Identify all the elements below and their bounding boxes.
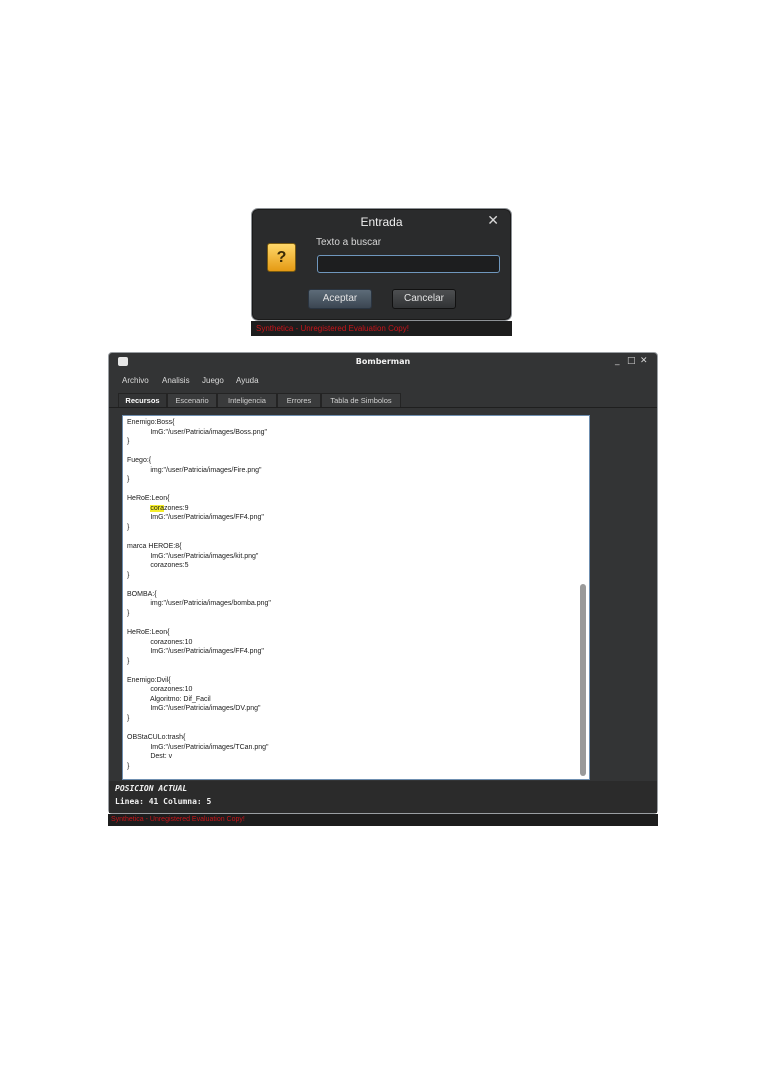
- menu-ayuda[interactable]: Ayuda: [236, 376, 259, 385]
- code-line: img:"/user/Patricia/images/Fire.png": [127, 466, 262, 474]
- code-line: BOMBA:{: [127, 590, 157, 598]
- title-bar: Bomberman _ □ ✕: [109, 353, 657, 372]
- code-line: }: [127, 609, 130, 617]
- code-line: Fuego:{: [127, 457, 152, 465]
- maximize-icon[interactable]: □: [627, 356, 636, 366]
- watermark: Synthetica - Unregistered Evaluation Cop…: [251, 321, 512, 336]
- code-line: Algoritmo: Dif_Facil: [127, 695, 211, 703]
- code-line: Enemigo:Boss{: [127, 419, 175, 426]
- tab-bar: Recursos Escenario Inteligencia Errores …: [109, 390, 657, 408]
- tab-errores[interactable]: Errores: [277, 393, 321, 407]
- code-line: corazones:5: [127, 562, 189, 570]
- accept-button[interactable]: Aceptar: [308, 289, 372, 309]
- minimize-icon[interactable]: _: [615, 356, 620, 366]
- code-line: }: [127, 657, 130, 665]
- code-line: corazones:10: [127, 638, 193, 646]
- menu-bar: Archivo Analisis Juego Ayuda: [109, 372, 657, 390]
- close-icon[interactable]: ✕: [487, 213, 499, 229]
- search-highlight: cora: [150, 504, 164, 512]
- code-line: }: [127, 762, 130, 770]
- code-line: HeRoE:Leon{: [127, 495, 170, 503]
- code-line: corazones:10: [127, 686, 193, 694]
- tab-tabla-de-simbolos[interactable]: Tabla de Simbolos: [321, 393, 401, 407]
- close-window-icon[interactable]: ✕: [640, 356, 648, 366]
- code-line: ImG:"/user/Patricia/images/FF4.png": [127, 514, 264, 522]
- search-input[interactable]: [317, 255, 500, 273]
- code-editor[interactable]: Enemigo:Boss{ ImG:"/user/Patricia/images…: [122, 415, 590, 780]
- position-title: POSICION ACTUAL: [115, 784, 188, 793]
- window-title: Bomberman: [355, 357, 411, 366]
- search-dialog: Entrada ✕ ? Texto a buscar Aceptar Cance…: [251, 208, 512, 321]
- tab-inteligencia[interactable]: Inteligencia: [217, 393, 277, 407]
- code-text[interactable]: Enemigo:Boss{ ImG:"/user/Patricia/images…: [127, 418, 271, 771]
- code-line: marca HEROE:8{: [127, 543, 182, 551]
- code-line: }: [127, 571, 130, 579]
- tab-escenario[interactable]: Escenario: [167, 393, 217, 407]
- tab-recursos[interactable]: Recursos: [118, 393, 167, 407]
- code-line: ImG:"/user/Patricia/images/TCan.png": [127, 743, 269, 751]
- code-line: ImG:"/user/Patricia/images/kit.png": [127, 552, 259, 560]
- code-line: ImG:"/user/Patricia/images/FF4.png": [127, 648, 264, 656]
- code-line: HeRoE:Leon{: [127, 629, 170, 637]
- code-line: corazones:9: [150, 504, 189, 512]
- code-line: }: [127, 476, 130, 484]
- code-line: OBStaCULo:trash{: [127, 734, 186, 742]
- menu-archivo[interactable]: Archivo: [122, 376, 149, 385]
- code-line: }: [127, 438, 130, 446]
- vertical-scrollbar[interactable]: [580, 419, 587, 776]
- main-window: Bomberman _ □ ✕ Archivo Analisis Juego A…: [108, 352, 658, 814]
- code-line: ImG:"/user/Patricia/images/Boss.png": [127, 428, 267, 436]
- scrollbar-thumb[interactable]: [580, 584, 586, 776]
- cancel-button[interactable]: Cancelar: [392, 289, 456, 309]
- menu-juego[interactable]: Juego: [202, 376, 224, 385]
- code-line: Enemigo:Dvil{: [127, 676, 171, 684]
- code-line: }: [127, 524, 130, 532]
- code-line: Dest: v: [127, 753, 173, 761]
- question-icon: ?: [267, 243, 296, 272]
- dialog-title: Entrada: [360, 215, 403, 229]
- cursor-position: Linea: 41 Columna: 5: [115, 797, 212, 806]
- code-line: img:"/user/Patricia/images/bomba.png": [127, 600, 271, 608]
- code-line: }: [127, 714, 130, 722]
- prompt-label: Texto a buscar: [316, 237, 382, 248]
- watermark: Synthetica - Unregistered Evaluation Cop…: [108, 814, 658, 826]
- status-panel: POSICION ACTUAL Linea: 41 Columna: 5: [109, 781, 657, 813]
- code-line: ImG:"/user/Patricia/images/DV.png": [127, 705, 261, 713]
- menu-analisis[interactable]: Analisis: [162, 376, 190, 385]
